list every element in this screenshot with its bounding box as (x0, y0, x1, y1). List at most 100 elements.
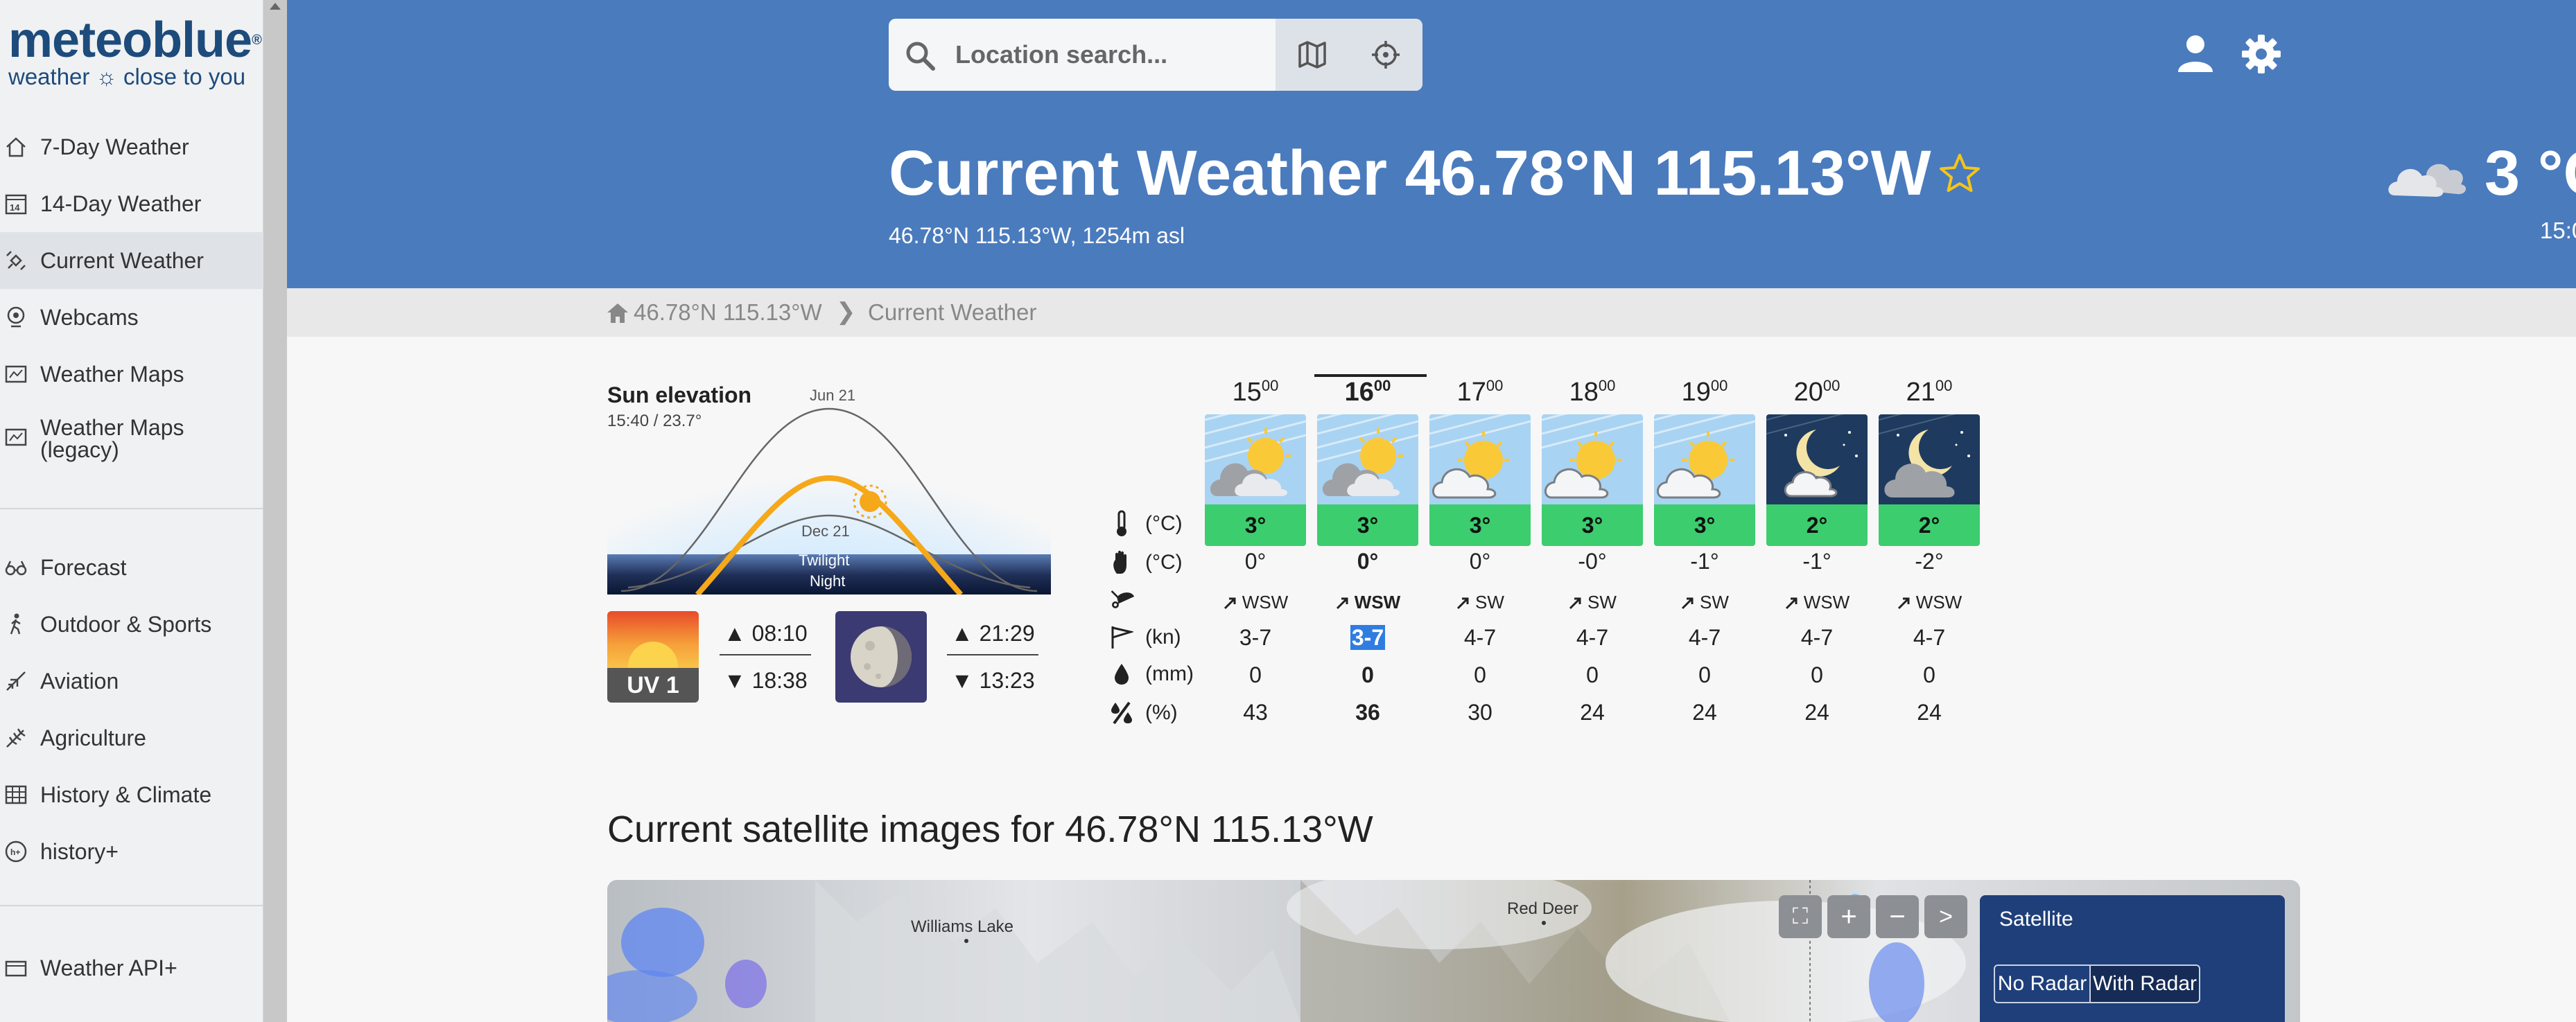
sidebar-item-14-day-weather[interactable]: 14 14-Day Weather (0, 175, 263, 232)
forecast-wind-direction: WSW (1766, 592, 1868, 613)
forecast-hour-value: 18 (1569, 378, 1599, 407)
moon-cloudy-icon (1879, 414, 1980, 504)
next-frame-button[interactable]: > (1924, 895, 1967, 938)
locate-me-button[interactable] (1349, 19, 1422, 91)
home-icon[interactable] (606, 302, 629, 328)
forecast-wind-direction: SW (1654, 592, 1755, 613)
moon-phase-icon (851, 626, 912, 687)
rain-drop-icon (1109, 662, 1134, 686)
wind-speed-value: 4-7 (1576, 625, 1609, 650)
moon-phase-tile (835, 611, 927, 703)
forecast-temperature: 3° (1317, 504, 1418, 546)
svg-text:h+: h+ (10, 847, 20, 857)
search-icon (904, 39, 936, 75)
location-search-input[interactable] (955, 34, 1246, 76)
wind-direction-label: WSW (1915, 592, 1963, 613)
forecast-felt-temperature: 0° (1244, 549, 1267, 574)
row-label-precip-probability: (%) (1109, 700, 1178, 726)
city-label-red-deer: Red Deer (1507, 899, 1578, 918)
sidebar-item-7-day-weather[interactable]: 7-Day Weather (0, 118, 263, 175)
sun-elevation-panel: Jun 21 Dec 21 Twilight Night Sun elevati… (607, 380, 1051, 594)
sidebar-item-label: 14-Day Weather (40, 191, 202, 216)
forecast-wind-speed: 4-7 (1654, 625, 1755, 651)
forecast-felt-temperature: -0° (1578, 549, 1607, 574)
moonrise-value: 21:29 (979, 621, 1035, 646)
rise-arrow-icon: ▲ (724, 621, 746, 646)
page-title: Current Weather 46.78°N 115.13°W (889, 138, 1931, 209)
forecast-hour: 2000 (1766, 377, 1868, 407)
sidebar-item-weather-maps[interactable]: Weather Maps (0, 346, 263, 403)
forecast-hour-value: 21 (1906, 378, 1935, 407)
favorite-star-icon[interactable] (1938, 152, 1981, 197)
wind-flag-icon (1109, 625, 1134, 650)
forecast-hour-minutes: 00 (1598, 377, 1616, 394)
forecast-temperature: 2° (1766, 504, 1868, 546)
forecast-precipitation: 0 (1361, 662, 1374, 687)
forecast-precip-probability: 30 (1468, 700, 1492, 725)
sidebar-item-label: Weather API+ (40, 955, 177, 980)
forecast-hour-value: 16 (1344, 378, 1374, 407)
sidebar-item-current-weather[interactable]: Current Weather (0, 232, 263, 289)
wind-speed-value: 4-7 (1800, 625, 1834, 650)
forecast-precipitation: 0 (1474, 662, 1486, 687)
sidebar-item-forecast[interactable]: Forecast (0, 539, 263, 596)
meteoblue-logo[interactable]: meteoblue® weather ☼ close to you (8, 12, 262, 90)
forecast-precipitation: 0 (1923, 662, 1935, 687)
weather-pictogram (1429, 414, 1531, 504)
map-view-button[interactable] (1276, 19, 1349, 91)
satellite-panel-title: Satellite (1999, 908, 2073, 931)
current-temperature: 3 °C (2484, 138, 2576, 209)
wind-direction-label: SW (1475, 592, 1504, 613)
row-label-felt-unit: (°C) (1145, 551, 1183, 574)
forecast-hour-minutes: 00 (1261, 377, 1279, 394)
scroll-up-arrow-icon[interactable] (270, 3, 281, 10)
divider (720, 654, 811, 655)
row-label-temperature-unit: (°C) (1145, 512, 1183, 535)
no-radar-button[interactable]: No Radar (1994, 964, 2091, 1003)
sidebar-item-weather-maps-legacy[interactable]: Weather Maps (legacy) (0, 410, 263, 470)
sidebar-item-outdoor-sports[interactable]: Outdoor & Sports (0, 596, 263, 653)
row-label-felt-temperature: (°C) (1109, 550, 1183, 575)
sidebar-item-history-plus[interactable]: h+ history+ (0, 823, 263, 880)
wind-arrow-icon (1335, 592, 1355, 613)
forecast-precip-probability: 24 (1692, 700, 1717, 725)
sidebar-item-webcams[interactable]: Webcams (0, 289, 263, 346)
wind-speed-value: 4-7 (1463, 625, 1497, 650)
cloudy-icon (2387, 150, 2471, 202)
forecast-felt-temperature: -1° (1802, 549, 1831, 574)
partly-cloudy-icon (1542, 414, 1643, 504)
wind-direction-icon (1109, 586, 1134, 610)
with-radar-button[interactable]: With Radar (2089, 964, 2200, 1003)
forecast-wind-speed: 4-7 (1879, 625, 1980, 651)
sidebar-item-agriculture[interactable]: Agriculture (0, 710, 263, 766)
sidebar-item-history-climate[interactable]: History & Climate (0, 766, 263, 823)
sidebar-scrollbar[interactable] (263, 0, 287, 1022)
city-label-williams-lake: Williams Lake (911, 917, 1014, 936)
wind-speed-value: 4-7 (1913, 625, 1946, 650)
fullscreen-button[interactable]: ⛶ (1779, 895, 1822, 938)
forecast-wind-speed: 3-7 (1317, 625, 1418, 651)
zoom-in-button[interactable]: + (1827, 895, 1870, 938)
breadcrumb: 46.78°N 115.13°W ❯ Current Weather (287, 288, 2576, 337)
forecast-hour: 1900 (1654, 377, 1755, 407)
sidebar-item-label: history+ (40, 839, 119, 864)
satellite-icon (4, 249, 28, 272)
breadcrumb-location-link[interactable]: 46.78°N 115.13°W (634, 299, 822, 326)
forecast-hour-minutes: 00 (1486, 377, 1504, 394)
sidebar-item-weather-api[interactable]: Weather API+ (0, 940, 263, 996)
forecast-temperature: 3° (1429, 504, 1531, 546)
wind-arrow-icon (1568, 592, 1587, 613)
satellite-section-title: Current satellite images for 46.78°N 115… (607, 809, 1373, 850)
sidebar-item-aviation[interactable]: Aviation (0, 653, 263, 710)
forecast-wind-speed: 4-7 (1429, 625, 1531, 651)
sidebar-item-label: Webcams (40, 305, 139, 330)
row-label-prob-unit: (%) (1145, 701, 1178, 724)
zoom-out-button[interactable]: − (1876, 895, 1919, 938)
api-icon (4, 956, 28, 980)
user-account-icon[interactable] (2175, 33, 2216, 77)
satellite-map[interactable]: Williams Lake Red Deer ⛶ + − > Satellite… (607, 880, 2300, 1022)
forecast-temperature: 3° (1654, 504, 1755, 546)
sidebar-item-label: Aviation (40, 669, 119, 694)
settings-gear-icon[interactable] (2240, 33, 2282, 78)
forecast-hour: 1600 (1317, 377, 1418, 407)
